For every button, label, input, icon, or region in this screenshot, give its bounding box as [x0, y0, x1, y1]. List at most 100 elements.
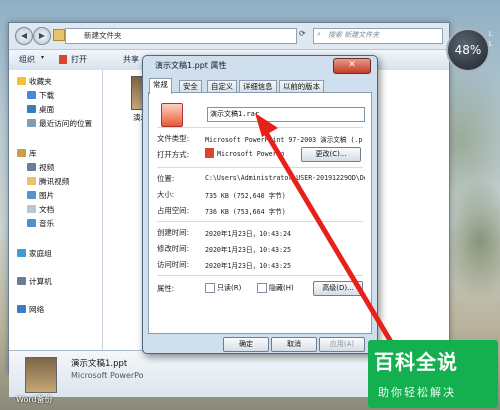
ok-button-label: 确定 [239, 340, 253, 348]
size-on-disk-label: 占用空间: [157, 206, 190, 215]
dialog-title: 演示文稿1.ppt 属性 [155, 61, 227, 70]
nav-label: 下载 [39, 91, 55, 100]
apply-button[interactable]: 应用(A) [319, 337, 365, 352]
attributes-label: 属性: [157, 284, 175, 293]
file-name-input[interactable]: 演示文稿1.rar [207, 107, 365, 122]
search-icon: ⌕ [317, 30, 321, 38]
watermark-subtitle: 助你轻松解决 [378, 386, 456, 399]
open-with-value: Microsoft PowerPo [217, 150, 285, 158]
divider [157, 127, 363, 128]
gadget-stat-1: 1. [488, 31, 494, 38]
location-value: C:\Users\Administrator.USER-20191229OD\D… [205, 174, 365, 182]
nav-label: 桌面 [39, 105, 55, 114]
advanced-button-label: 高级(D)... [322, 284, 354, 292]
nav-music[interactable]: 音乐 [27, 218, 54, 230]
file-type-value: Microsoft PowerPoint 97-2003 演示文稿 (.p [205, 136, 363, 144]
nav-videos[interactable]: 视频 [27, 162, 54, 174]
folder-icon [27, 177, 36, 185]
nav-label: 视频 [39, 163, 55, 172]
cpu-meter-gadget: 48% [446, 28, 490, 72]
nav-recent[interactable]: 最近访问的位置 [27, 118, 92, 130]
ok-button[interactable]: 确定 [223, 337, 269, 352]
nav-label: 库 [29, 149, 37, 158]
divider [157, 221, 363, 222]
search-placeholder: 搜索 新建文件夹 [328, 31, 380, 39]
accessed-label: 访问时间: [157, 260, 190, 269]
open-with-label: 打开方式: [157, 150, 190, 159]
modified-value: 2020年1月23日，10:43:25 [205, 246, 291, 254]
readonly-label: 只读(R) [217, 284, 242, 292]
nav-label: 腾讯视频 [39, 177, 70, 186]
music-icon [27, 219, 36, 227]
nav-label: 网络 [29, 305, 45, 314]
desktop-icon-label[interactable]: Word备份 [16, 394, 53, 405]
network-icon [17, 305, 26, 313]
nav-label: 家庭组 [29, 249, 52, 258]
nav-label: 音乐 [39, 219, 55, 228]
nav-network[interactable]: 网络 [17, 304, 44, 316]
change-button-label: 更改(C)... [315, 150, 347, 158]
change-button[interactable]: 更改(C)... [301, 147, 361, 162]
details-filetype: Microsoft PowerPo [71, 371, 144, 380]
accessed-value: 2020年1月23日，10:43:25 [205, 262, 291, 270]
nav-favorites[interactable]: 收藏夹 [17, 76, 52, 88]
folder-icon [53, 29, 65, 41]
size-label: 大小: [157, 190, 175, 199]
back-button[interactable]: ◀ [15, 27, 33, 45]
nav-library[interactable]: 库 [17, 148, 37, 160]
nav-documents[interactable]: 文档 [27, 204, 54, 216]
apply-button-label: 应用(A) [329, 340, 355, 348]
powerpoint-icon [59, 55, 67, 64]
watermark-title: 百科全说 [374, 350, 458, 374]
library-icon [17, 149, 26, 157]
address-input[interactable]: 新建文件夹 [65, 28, 297, 44]
download-icon [27, 91, 36, 99]
modified-label: 修改时间: [157, 244, 190, 253]
gadget-stat-2: 1. [488, 41, 494, 48]
address-text: 新建文件夹 [84, 31, 122, 40]
hidden-checkbox[interactable] [257, 283, 267, 293]
nav-downloads[interactable]: 下载 [27, 90, 54, 102]
size-value: 735 KB (752,640 字节) [205, 192, 286, 200]
desktop-icon [27, 105, 36, 113]
dialog-close-button[interactable]: ✕ [333, 58, 371, 74]
share-menu[interactable]: 共享 [123, 54, 139, 65]
properties-dialog: 演示文稿1.ppt 属性 ✕ 常规 安全 自定义 详细信息 以前的版本 演示文稿… [142, 55, 378, 354]
nav-tencent-video[interactable]: 腾讯视频 [27, 176, 69, 188]
hidden-label: 隐藏(H) [269, 284, 294, 292]
file-preview-icon [25, 357, 57, 393]
refresh-icon[interactable]: ⟳ [299, 29, 306, 38]
computer-icon [17, 277, 26, 285]
advanced-button[interactable]: 高级(D)... [313, 281, 363, 296]
search-input[interactable]: 搜索 新建文件夹 ⌕ [313, 28, 443, 44]
nav-pictures[interactable]: 图片 [27, 190, 54, 202]
cancel-button[interactable]: 取消 [271, 337, 317, 352]
divider [157, 275, 363, 276]
gadget-stats: 1. 1. [488, 30, 500, 50]
file-type-label: 文件类型: [157, 134, 190, 143]
watermark-logo: 百科全说 助你轻松解决 [368, 340, 498, 408]
video-icon [27, 163, 36, 171]
general-tab-panel: 演示文稿1.rar 文件类型: Microsoft PowerPoint 97-… [148, 92, 372, 334]
details-filename: 演示文稿1.ppt [71, 359, 128, 369]
location-label: 位置: [157, 174, 175, 183]
divider [157, 167, 363, 168]
powerpoint-icon [205, 148, 214, 158]
readonly-checkbox[interactable] [205, 283, 215, 293]
navigation-pane: 收藏夹 下载 桌面 最近访问的位置 库 视频 腾讯视频 图片 文档 音乐 家庭组… [9, 70, 103, 350]
document-icon [27, 205, 36, 213]
recent-places-icon [27, 119, 36, 127]
size-on-disk-value: 736 KB (753,664 字节) [205, 208, 286, 216]
created-value: 2020年1月23日，10:43:24 [205, 230, 291, 238]
open-button[interactable]: 打开 [71, 54, 87, 65]
nav-label: 图片 [39, 191, 55, 200]
homegroup-icon [17, 249, 26, 257]
star-icon [17, 77, 26, 85]
explorer-titlebar: – □ ✕ [9, 1, 449, 23]
nav-homegroup[interactable]: 家庭组 [17, 248, 52, 260]
nav-desktop[interactable]: 桌面 [27, 104, 54, 116]
tab-general[interactable]: 常规 [149, 78, 172, 94]
forward-button[interactable]: ▶ [33, 27, 51, 45]
organize-menu[interactable]: 组织 [19, 54, 35, 65]
nav-computer[interactable]: 计算机 [17, 276, 52, 288]
